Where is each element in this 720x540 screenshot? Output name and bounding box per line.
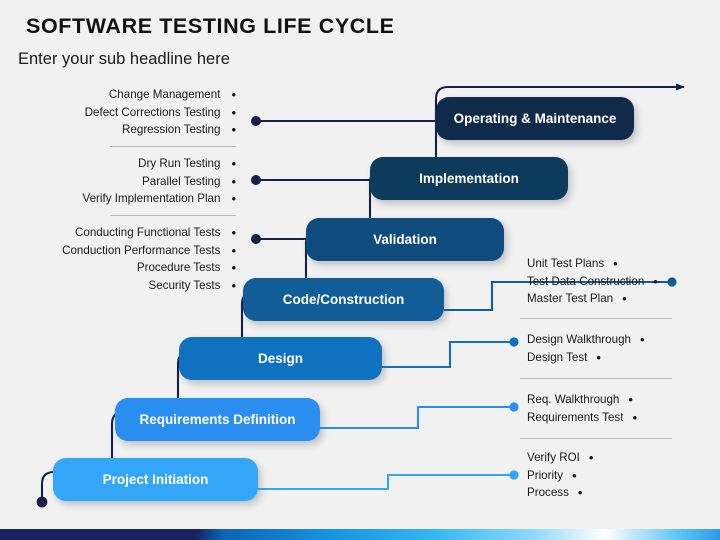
stage-label-design: Design	[257, 351, 303, 366]
note-text: Regression Testing	[122, 123, 221, 137]
stage-label-requirements: Requirements Definition	[139, 412, 296, 427]
bullet-icon: •	[632, 409, 638, 425]
note-divider	[110, 146, 236, 147]
staircase-start-dot	[36, 496, 48, 508]
note-text: Priority	[527, 468, 564, 482]
note-item: Defect Corrections Testing •	[20, 104, 236, 122]
note-item: Change Management •	[20, 86, 236, 104]
note-group-validation: Conducting Functional Tests • Conduction…	[14, 224, 236, 294]
right-connector-initiation	[258, 470, 519, 491]
stage-box-initiation[interactable]: Project Initiation	[53, 458, 258, 501]
bullet-icon: •	[596, 349, 601, 365]
bullet-icon: •	[588, 450, 594, 465]
bullet-icon: •	[231, 260, 236, 276]
note-item: Dry Run Testing •	[20, 155, 236, 173]
left-connector-operating	[251, 116, 452, 126]
stage-label-code: Code/Construction	[282, 292, 405, 307]
bullet-icon: •	[622, 291, 627, 307]
stage-box-implementation[interactable]: Implementation	[370, 157, 568, 200]
note-text: Design Test	[527, 350, 588, 364]
note-text: Verify ROI	[527, 451, 580, 464]
stage-label-operating: Operating & Maintenance	[453, 111, 617, 126]
bullet-icon: •	[231, 104, 236, 120]
note-item: Verify Implementation Plan •	[20, 190, 236, 208]
note-item: Parallel Testing •	[20, 173, 236, 191]
bullet-icon: •	[231, 277, 236, 293]
bullet-icon: •	[231, 225, 236, 240]
bullet-icon: •	[231, 87, 236, 102]
stage-box-operating[interactable]: Operating & Maintenance	[436, 97, 634, 140]
bullet-icon: •	[577, 485, 583, 501]
note-text: Design Walkthrough	[527, 333, 631, 346]
bullet-icon: •	[639, 332, 645, 347]
note-item: Regression Testing •	[20, 121, 236, 139]
left-connector-implementation	[251, 175, 386, 185]
bullet-icon: •	[613, 256, 618, 271]
note-item: Priority •	[527, 467, 713, 485]
note-text: Unit Test Plans	[527, 257, 605, 270]
note-group-initiation: Verify ROI • Priority • Process •	[527, 449, 713, 502]
bullet-icon: •	[231, 173, 236, 189]
bullet-icon: •	[231, 156, 236, 171]
note-item: Procedure Tests •	[14, 259, 236, 277]
bullet-icon: •	[572, 467, 577, 483]
note-item: Test Data Construction •	[527, 273, 713, 291]
note-divider	[520, 318, 672, 319]
stage-label-implementation: Implementation	[419, 171, 519, 186]
note-divider	[520, 438, 672, 439]
note-group-operating: Change Management • Defect Corrections T…	[20, 86, 236, 139]
note-group-requirements: Req. Walkthrough • Requirements Test •	[527, 391, 713, 426]
note-text: Security Tests	[148, 278, 221, 292]
right-connector-requirements	[320, 402, 519, 430]
note-text: Process	[527, 486, 569, 500]
stage-box-code[interactable]: Code/Construction	[243, 278, 444, 321]
right-connector-design	[382, 337, 519, 369]
note-text: Defect Corrections Testing	[84, 105, 221, 119]
note-divider	[520, 378, 672, 379]
note-item: Verify ROI •	[527, 449, 713, 467]
note-item: Requirements Test •	[527, 409, 713, 427]
note-item: Design Test •	[527, 349, 713, 367]
note-item: Conducting Functional Tests •	[14, 224, 236, 242]
note-text: Master Test Plan	[527, 292, 614, 306]
note-item: Security Tests •	[14, 277, 236, 295]
note-text: Procedure Tests	[136, 261, 221, 275]
note-text: Dry Run Testing	[138, 157, 221, 170]
note-item: Conduction Performance Tests •	[14, 242, 236, 260]
note-item: Master Test Plan •	[527, 290, 713, 308]
note-text: Requirements Test	[527, 410, 624, 424]
note-text: Parallel Testing	[142, 174, 221, 188]
stage-box-requirements[interactable]: Requirements Definition	[115, 398, 320, 441]
note-divider	[110, 215, 236, 216]
stage-label-initiation: Project Initiation	[102, 472, 209, 487]
note-text: Conduction Performance Tests	[62, 243, 221, 257]
bullet-icon: •	[231, 242, 236, 258]
note-text: Change Management	[108, 88, 221, 101]
note-group-design: Design Walkthrough • Design Test •	[527, 331, 713, 366]
note-item: Design Walkthrough •	[527, 331, 713, 349]
bullet-icon: •	[231, 122, 236, 138]
note-text: Verify Implementation Plan	[82, 192, 221, 206]
note-item: Unit Test Plans •	[527, 255, 713, 273]
stage-box-validation[interactable]: Validation	[306, 218, 504, 261]
bullet-icon: •	[231, 191, 236, 207]
slide-canvas: SOFTWARE TESTING LIFE CYCLE Enter your s…	[0, 0, 720, 540]
bottom-accent-bar	[0, 529, 720, 540]
stage-label-validation: Validation	[373, 232, 437, 247]
note-item: Process •	[527, 484, 713, 502]
note-text: Req. Walkthrough	[527, 393, 620, 406]
bullet-icon: •	[653, 273, 658, 289]
note-text: Conducting Functional Tests	[75, 226, 221, 239]
note-group-code: Unit Test Plans • Test Data Construction…	[527, 255, 713, 308]
note-group-implementation: Dry Run Testing • Parallel Testing • Ver…	[20, 155, 236, 208]
stage-box-design[interactable]: Design	[179, 337, 382, 380]
note-item: Req. Walkthrough •	[527, 391, 713, 409]
bullet-icon: •	[628, 392, 633, 407]
note-text: Test Data Construction	[527, 274, 645, 288]
